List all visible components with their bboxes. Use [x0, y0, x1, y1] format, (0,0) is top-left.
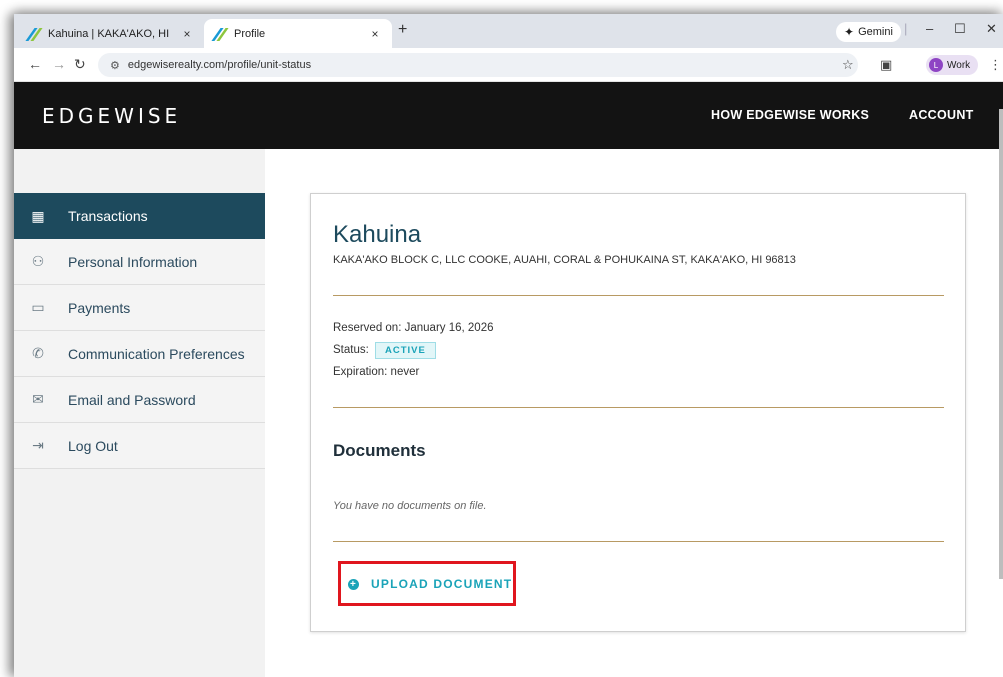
browser-toolbar: ← → ↻ ⚙ edgewiserealty.com/profile/unit-… — [14, 48, 1003, 82]
reserved-label: Reserved on: — [333, 322, 402, 334]
sidebar-item-label: Communication Preferences — [68, 345, 245, 362]
edgewise-favicon-icon — [28, 28, 42, 40]
edgewise-favicon-icon — [214, 28, 228, 40]
sidebar-item-payments[interactable]: ▭ Payments — [14, 285, 265, 331]
tab-title: Profile — [234, 27, 266, 40]
plus-circle-icon: + — [348, 578, 359, 590]
upload-document-label: UPLOAD DOCUMENT — [371, 577, 513, 591]
gemini-button[interactable]: ✦ Gemini — [836, 22, 901, 42]
separator-icon: | — [904, 21, 908, 36]
tab-strip: Kahuina | KAKA'AKO, HI × Profile × + ✦ G… — [14, 14, 1003, 48]
tab-kahuina[interactable]: Kahuina | KAKA'AKO, HI × — [18, 19, 204, 48]
bookmark-star-icon[interactable]: ☆ — [842, 57, 854, 73]
new-tab-button[interactable]: + — [398, 21, 407, 39]
screenshot-frame: Kahuina | KAKA'AKO, HI × Profile × + ✦ G… — [0, 0, 1003, 677]
tab-profile[interactable]: Profile × — [204, 19, 392, 48]
tab-title: Kahuina | KAKA'AKO, HI — [48, 27, 170, 40]
menu-kebab-icon[interactable]: ⋮ — [989, 57, 1002, 73]
sidebar-item-personal-information[interactable]: ⚇ Personal Information — [14, 239, 265, 285]
site-header: EDGEWISE HOW EDGEWISE WORKS ACCOUNT — [14, 82, 1003, 149]
expiration-line: Expiration: never — [333, 366, 419, 378]
sidebar-item-label: Log Out — [68, 437, 118, 454]
reserved-date: January 16, 2026 — [404, 322, 494, 334]
sidebar-menu: ▦ Transactions ⚇ Personal Information ▭ … — [14, 193, 265, 469]
address-bar[interactable]: ⚙ edgewiserealty.com/profile/unit-status — [98, 53, 858, 77]
minimize-icon[interactable]: – — [926, 21, 933, 36]
sidebar-item-communication-preferences[interactable]: ✆ Communication Preferences — [14, 331, 265, 377]
profile-button[interactable]: L Work — [926, 55, 979, 75]
property-address: KAKA'AKO BLOCK C, LLC COOKE, AUAHI, CORA… — [333, 254, 796, 266]
mail-icon: ✉ — [32, 391, 44, 407]
documents-empty-message: You have no documents on file. — [333, 500, 487, 512]
sidebar-item-log-out[interactable]: ⇥ Log Out — [14, 423, 265, 469]
sidebar-item-label: Payments — [68, 299, 131, 316]
close-window-icon[interactable]: ✕ — [986, 21, 997, 37]
divider — [333, 541, 944, 542]
upload-document-button[interactable]: + UPLOAD DOCUMENT — [348, 577, 512, 591]
property-name: Kahuina — [333, 221, 422, 248]
gemini-label: Gemini — [858, 26, 893, 38]
close-tab-icon[interactable]: × — [368, 27, 382, 41]
profile-label: Work — [947, 59, 971, 71]
site-settings-icon[interactable]: ⚙ — [110, 59, 120, 72]
documents-heading: Documents — [333, 441, 426, 460]
browser-window: Kahuina | KAKA'AKO, HI × Profile × + ✦ G… — [14, 14, 1003, 677]
sidebar-item-label: Transactions — [68, 208, 148, 224]
expiration-label: Expiration: — [333, 366, 388, 378]
forward-icon[interactable]: → — [52, 56, 66, 72]
unit-status-card: Kahuina KAKA'AKO BLOCK C, LLC COOKE, AUA… — [310, 193, 966, 632]
logout-icon: ⇥ — [32, 437, 44, 453]
sparkle-icon: ✦ — [844, 25, 855, 39]
transactions-icon: ▦ — [31, 207, 45, 224]
url-text: edgewiserealty.com/profile/unit-status — [127, 59, 312, 71]
status-label: Status: — [333, 344, 369, 356]
divider — [333, 407, 944, 408]
back-icon[interactable]: ← — [28, 56, 42, 72]
profile-sidebar: ▦ Transactions ⚇ Personal Information ▭ … — [14, 149, 265, 677]
reload-icon[interactable]: ↻ — [74, 56, 86, 73]
reading-mode-icon[interactable]: ▣ — [880, 57, 892, 73]
sidebar-item-transactions[interactable]: ▦ Transactions — [14, 193, 265, 239]
sidebar-item-label: Email and Password — [68, 391, 196, 408]
nav-how-edgewise-works[interactable]: HOW EDGEWISE WORKS — [711, 108, 869, 122]
people-icon: ⚇ — [31, 253, 45, 269]
main-content: Kahuina KAKA'AKO BLOCK C, LLC COOKE, AUA… — [265, 149, 1003, 677]
wallet-icon: ▭ — [31, 299, 45, 315]
sidebar-item-email-and-password[interactable]: ✉ Email and Password — [14, 377, 265, 423]
status-badge: ACTIVE — [375, 342, 436, 359]
page-scrollbar[interactable] — [999, 109, 1003, 579]
phone-icon: ✆ — [32, 345, 44, 361]
expiration-value: never — [390, 366, 420, 378]
reserved-on-line: Reserved on: January 16, 2026 — [333, 322, 493, 334]
close-tab-icon[interactable]: × — [180, 27, 194, 41]
profile-avatar: L — [929, 58, 943, 72]
nav-account[interactable]: ACCOUNT — [909, 108, 974, 122]
divider — [333, 295, 944, 296]
sidebar-item-label: Personal Information — [68, 253, 198, 270]
status-line: Status: ACTIVE — [333, 342, 436, 359]
maximize-icon[interactable]: ☐ — [954, 21, 966, 37]
edgewise-logo[interactable]: EDGEWISE — [42, 104, 181, 128]
